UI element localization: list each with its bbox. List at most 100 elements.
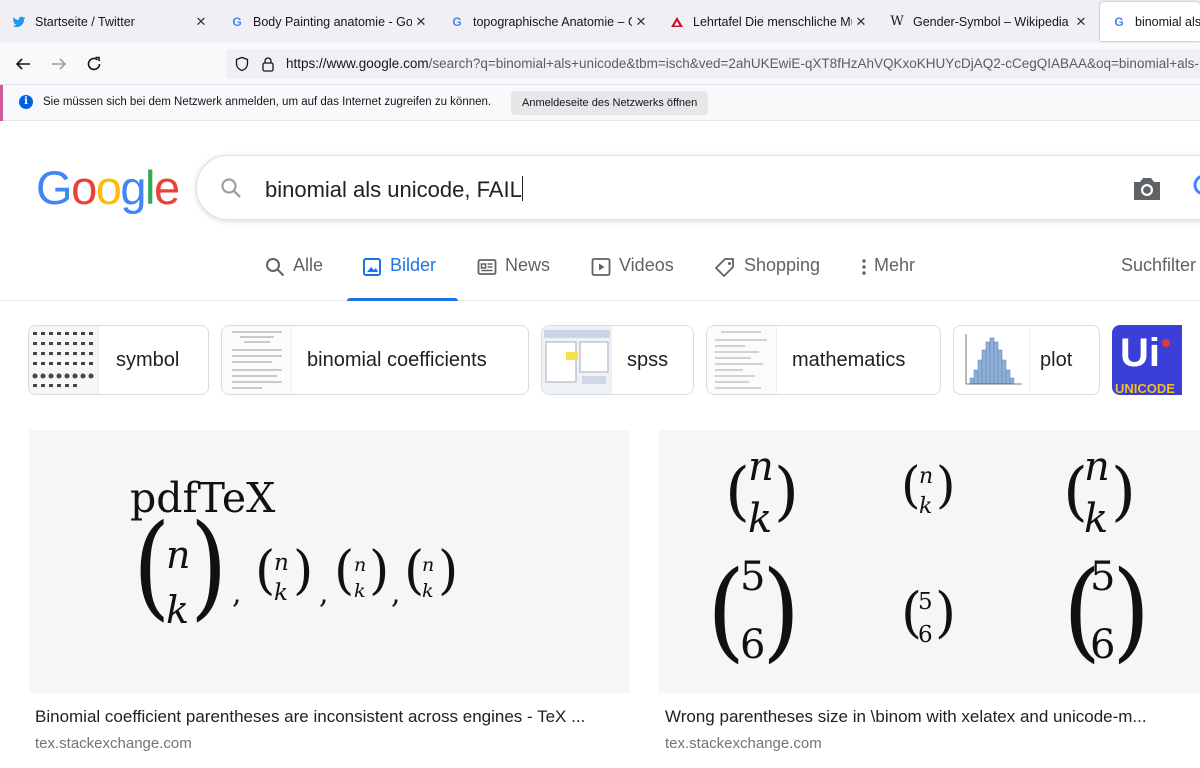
right-paren: )	[935, 581, 957, 644]
unicode-logo-text: UNICODE	[1115, 381, 1175, 395]
math-k: k	[919, 494, 933, 519]
tab-label: Mehr	[874, 255, 916, 275]
shield-icon[interactable]	[234, 56, 250, 77]
math-six: 6	[918, 622, 933, 648]
math-k: k	[748, 496, 773, 542]
big-right-paren: )	[762, 548, 801, 674]
browser-tab[interactable]: Lehrtafel Die menschliche Musk ✕	[658, 0, 876, 43]
comma: ,	[391, 576, 401, 611]
right-paren: )	[774, 455, 799, 529]
close-icon[interactable]: ✕	[632, 14, 650, 30]
url-text[interactable]: https://www.google.com/search?q=binomial…	[286, 56, 1199, 71]
google-icon: G	[232, 14, 242, 29]
related-chip-unicode[interactable]: Ui UNICODE	[1112, 325, 1200, 395]
related-chip-binomial-coefficients[interactable]: binomial coefficients	[221, 325, 529, 395]
result-source[interactable]: tex.stackexchange.com	[35, 735, 192, 752]
close-icon[interactable]: ✕	[852, 14, 870, 30]
math-n: n	[919, 464, 934, 489]
browser-tab-strip: Startseite / Twitter ✕ G Body Painting a…	[0, 0, 1200, 43]
active-tab-indicator	[347, 298, 458, 301]
search-tabs: Alle Bilder News Videos Shopping Mehr Su…	[0, 245, 1200, 301]
unicode-logo: Ui UNICODE	[1112, 325, 1182, 395]
search-input[interactable]: binomial als unicode, FAIL	[265, 176, 523, 203]
chip-label: spss	[627, 349, 669, 371]
lock-icon[interactable]	[261, 56, 275, 77]
chip-thumbnail	[954, 326, 1030, 394]
close-icon[interactable]: ✕	[412, 14, 430, 30]
left-paren: (	[901, 456, 921, 514]
notification-edge	[0, 85, 3, 121]
left-paren: (	[725, 455, 750, 529]
chip-label: binomial coefficients	[307, 349, 487, 371]
back-arrow-icon[interactable]	[10, 51, 36, 77]
big-right-paren: )	[1112, 548, 1151, 674]
url-domain: https://www.google.com	[286, 56, 429, 71]
result-title[interactable]: Binomial coefficient parentheses are inc…	[35, 707, 630, 727]
tab-more[interactable]: Mehr	[858, 255, 915, 301]
tab-title: Startseite / Twitter	[35, 14, 135, 29]
wikipedia-icon: W	[890, 14, 904, 29]
reload-icon[interactable]	[81, 51, 107, 77]
related-chip-plot[interactable]: plot	[953, 325, 1100, 395]
search-box[interactable]: binomial als unicode, FAIL	[196, 155, 1200, 220]
browser-tab[interactable]: G topographische Anatomie – Go ✕	[438, 0, 656, 43]
browser-tab[interactable]: Startseite / Twitter ✕	[0, 0, 216, 43]
logo-letter: l	[144, 161, 155, 214]
tab-news[interactable]: News	[477, 255, 550, 301]
comma: ,	[319, 576, 329, 611]
forward-arrow-icon[interactable]	[46, 51, 72, 77]
logo-letter: e	[153, 161, 180, 214]
logo-letter: o	[71, 161, 97, 214]
small-left-paren: (	[334, 541, 355, 601]
tab-videos[interactable]: Videos	[591, 255, 674, 301]
google-logo[interactable]: Google	[36, 160, 180, 215]
result-image[interactable]: pdfTeX ( n k ) , ( n k ) , ( n k ) , ( n…	[29, 430, 630, 693]
small-right-paren: )	[369, 541, 390, 601]
math-k: k	[1084, 496, 1109, 542]
related-chip-mathematics[interactable]: mathematics	[706, 325, 941, 395]
related-chip-symbol[interactable]: symbol	[28, 325, 209, 395]
math-n: n	[274, 550, 289, 576]
google-icon: G	[452, 14, 462, 29]
google-icon: G	[1114, 14, 1124, 29]
search-icon	[266, 258, 285, 277]
result-image[interactable]: ( n k ) ( n k ) ( n k ) ( 5 6 ) ( 5 6 ) …	[659, 430, 1200, 693]
camera-icon[interactable]	[1131, 173, 1163, 208]
math-n: n	[354, 554, 367, 576]
browser-tab-active[interactable]: G binomial als u	[1100, 2, 1200, 41]
chip-label: mathematics	[792, 349, 906, 371]
math-n: n	[422, 554, 435, 576]
close-icon[interactable]: ✕	[1072, 14, 1090, 30]
comma: ,	[232, 576, 242, 611]
search-submit-icon[interactable]	[1191, 172, 1200, 209]
math-n: n	[748, 444, 774, 490]
close-icon[interactable]: ✕	[192, 14, 210, 30]
open-login-page-button[interactable]: Anmeldeseite des Netzwerks öffnen	[511, 91, 709, 115]
tab-all[interactable]: Alle	[265, 255, 323, 301]
right-paren: )	[936, 456, 956, 514]
search-query: binomial als unicode, FAIL	[265, 177, 522, 202]
tab-label: Bilder	[390, 255, 437, 275]
related-chip-spss[interactable]: spss	[541, 325, 694, 395]
chip-label: plot	[1040, 349, 1073, 371]
math-k: k	[354, 580, 366, 602]
search-icon[interactable]	[219, 176, 243, 205]
chip-label: symbol	[116, 349, 180, 371]
math-k: k	[422, 580, 434, 602]
big-left-paren: (	[133, 499, 171, 633]
math-n: n	[1084, 444, 1110, 490]
logo-letter: g	[120, 161, 146, 214]
search-filter-button[interactable]: Suchfilter	[1121, 255, 1196, 301]
math-n: n	[166, 533, 191, 577]
tab-title: binomial als u	[1135, 14, 1200, 29]
result-source[interactable]: tex.stackexchange.com	[665, 735, 822, 752]
browser-tab[interactable]: W Gender-Symbol – Wikipedia ✕	[878, 0, 1096, 43]
tab-images[interactable]: Bilder	[347, 255, 458, 301]
small-right-paren: )	[438, 541, 459, 601]
math-five: 5	[918, 589, 933, 615]
tab-label: News	[505, 255, 551, 275]
address-bar[interactable]: https://www.google.com/search?q=binomial…	[226, 49, 1200, 79]
result-title[interactable]: Wrong parentheses size in \binom with xe…	[665, 707, 1200, 727]
tab-shopping[interactable]: Shopping	[714, 255, 820, 301]
browser-tab[interactable]: G Body Painting anatomie - Goog ✕	[218, 0, 436, 43]
